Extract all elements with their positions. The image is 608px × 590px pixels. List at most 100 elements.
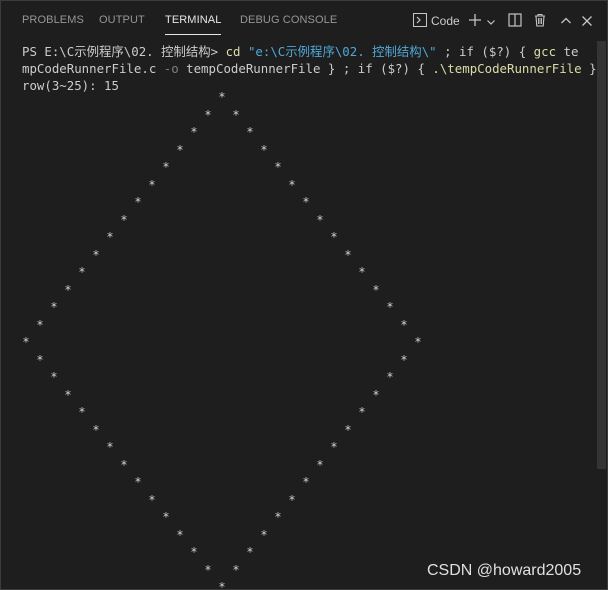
star-char: * bbox=[218, 90, 226, 104]
tab-problems[interactable]: PROBLEMS bbox=[22, 14, 84, 34]
star-char: * bbox=[50, 300, 58, 314]
star-char: * bbox=[274, 510, 282, 524]
star-char: * bbox=[204, 562, 212, 577]
brace-open: { bbox=[417, 61, 425, 76]
star-char: * bbox=[288, 492, 296, 507]
star-char: * bbox=[190, 125, 198, 139]
star-char: * bbox=[120, 212, 128, 227]
star-char: * bbox=[36, 317, 44, 332]
terminal-prompt: PS E:\C示例程序\02. 控制结构> bbox=[22, 44, 219, 59]
terminal-line-input: row(3~25): 15 bbox=[22, 78, 119, 93]
maximize-panel-button[interactable] bbox=[558, 10, 574, 32]
star-char: * bbox=[316, 212, 324, 227]
add-icon bbox=[468, 12, 482, 31]
star-char: * bbox=[36, 352, 44, 367]
trash-icon bbox=[533, 12, 547, 31]
cd-path: "e:\C示例程序\02. 控制结构\" bbox=[247, 44, 437, 59]
star-char: * bbox=[64, 387, 72, 402]
star-char: * bbox=[78, 265, 86, 279]
separator: ; bbox=[335, 61, 358, 76]
star-char: * bbox=[400, 352, 408, 367]
new-terminal-button[interactable] bbox=[467, 10, 483, 32]
star-char: * bbox=[330, 440, 338, 454]
star-char: * bbox=[302, 475, 310, 489]
tab-terminal[interactable]: TERMINAL bbox=[165, 14, 222, 35]
star-char: * bbox=[64, 282, 72, 297]
brace-open: { bbox=[518, 44, 527, 59]
star-char: * bbox=[246, 545, 254, 559]
star-char: * bbox=[134, 195, 142, 209]
star-char: * bbox=[22, 335, 30, 349]
split-icon bbox=[508, 12, 522, 31]
star-char: * bbox=[162, 160, 170, 174]
star-char: * bbox=[78, 405, 86, 419]
chevron-down-icon bbox=[486, 12, 496, 31]
star-char: * bbox=[316, 457, 324, 472]
star-char: * bbox=[134, 475, 142, 489]
flag-o: -o bbox=[163, 61, 179, 76]
star-char: * bbox=[92, 247, 100, 262]
terminal-output[interactable]: PS E:\C示例程序\02. 控制结构> cd "e:\C示例程序\02. 控… bbox=[1, 39, 607, 590]
star-char: * bbox=[218, 580, 226, 590]
terminal-line-command-wrap: mpCodeRunnerFile.c -o tempCodeRunnerFile… bbox=[22, 61, 597, 77]
star-char: * bbox=[176, 142, 184, 157]
run-exe: .\tempCodeRunnerFile bbox=[432, 61, 582, 76]
star-char: * bbox=[120, 457, 128, 472]
star-char: * bbox=[372, 282, 380, 297]
star-char: * bbox=[344, 422, 352, 437]
kill-terminal-button[interactable] bbox=[532, 10, 548, 32]
star-char: * bbox=[106, 230, 114, 244]
separator: ; bbox=[436, 44, 460, 59]
cmd-gcc: gcc bbox=[533, 44, 557, 59]
tab-debug-console[interactable]: DEBUG CONSOLE bbox=[240, 14, 337, 34]
star-char: * bbox=[148, 492, 156, 507]
close-panel-button[interactable] bbox=[579, 10, 595, 32]
output-name: tempCodeRunnerFile bbox=[186, 61, 321, 76]
keyword-if: if bbox=[459, 44, 474, 59]
terminal-selector[interactable]: Code bbox=[413, 10, 463, 32]
gcc-file-rest: mpCodeRunnerFile.c bbox=[22, 61, 157, 76]
star-char: * bbox=[190, 545, 198, 559]
chevron-up-icon bbox=[560, 12, 572, 31]
star-char: * bbox=[260, 527, 268, 542]
cmd-cd: cd bbox=[225, 44, 241, 59]
watermark: CSDN @howard2005 bbox=[427, 562, 582, 579]
star-char: * bbox=[302, 195, 310, 209]
close-icon bbox=[581, 12, 593, 31]
star-char: * bbox=[400, 317, 408, 332]
star-char: * bbox=[260, 142, 268, 157]
star-char: * bbox=[288, 177, 296, 192]
terminal-line-command: PS E:\C示例程序\02. 控制结构> cd "e:\C示例程序\02. 控… bbox=[22, 44, 578, 60]
star-char: * bbox=[92, 422, 100, 437]
tab-output[interactable]: OUTPUT bbox=[99, 14, 145, 34]
star-char: * bbox=[414, 335, 422, 349]
keyword-if: if bbox=[357, 61, 373, 76]
terminal-scrollbar[interactable] bbox=[597, 41, 606, 469]
launch-profile-button[interactable] bbox=[485, 10, 497, 32]
terminal-icon bbox=[413, 12, 427, 31]
condition: ($?) bbox=[481, 44, 512, 59]
panel-tab-bar: PROBLEMS OUTPUT TERMINAL DEBUG CONSOLE C… bbox=[1, 1, 607, 39]
terminal-panel: PROBLEMS OUTPUT TERMINAL DEBUG CONSOLE C… bbox=[0, 0, 608, 590]
star-char: * bbox=[344, 247, 352, 262]
star-char: * bbox=[246, 125, 254, 139]
star-char: * bbox=[274, 160, 282, 174]
star-char: * bbox=[372, 387, 380, 402]
star-char: * bbox=[358, 405, 366, 419]
star-char: * bbox=[162, 510, 170, 524]
star-char: * bbox=[176, 527, 184, 542]
star-char: * bbox=[232, 562, 240, 577]
star-char: * bbox=[358, 265, 366, 279]
split-terminal-button[interactable] bbox=[507, 10, 523, 32]
star-char: * bbox=[386, 300, 394, 314]
condition: ($?) bbox=[380, 61, 410, 76]
star-char: * bbox=[330, 230, 338, 244]
star-char: * bbox=[148, 177, 156, 192]
star-char: * bbox=[232, 107, 240, 122]
terminal-selector-label: Code bbox=[431, 14, 460, 28]
star-char: * bbox=[386, 370, 394, 384]
gcc-file-start: te bbox=[563, 44, 579, 59]
star-char: * bbox=[204, 107, 212, 122]
brace-close: } bbox=[589, 61, 597, 76]
star-char: * bbox=[50, 370, 58, 384]
